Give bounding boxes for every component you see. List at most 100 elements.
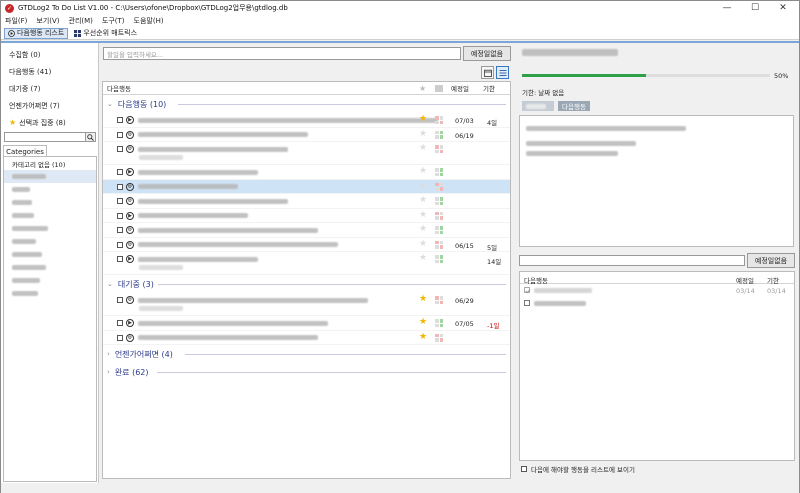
priority-grid-icon[interactable] [435,197,443,205]
task-checkbox[interactable] [117,241,123,248]
menu-view[interactable]: 보기(V) [36,16,59,26]
subtask-column-due[interactable]: 기한 [767,275,779,285]
gear-icon[interactable]: ⚙ [126,240,134,249]
table-row[interactable]: ⚙ ★ 06/15 5일 [103,238,510,252]
group-waiting[interactable]: ⌄ 대기중 (3) [103,275,510,293]
table-row[interactable]: ▶ ★ [103,165,510,180]
gear-icon[interactable]: ⚙ [126,197,134,205]
star-icon[interactable]: ★ [419,318,427,327]
star-icon[interactable]: ★ [419,115,427,124]
menu-tools[interactable]: 도구(T) [102,16,125,26]
sidebar-item-waiting[interactable]: 대기중 (7) [1,80,98,97]
star-icon[interactable]: ★ [419,167,427,176]
list-view-button[interactable] [496,66,509,79]
task-checkbox[interactable] [117,146,123,152]
calendar-view-button[interactable] [481,66,494,79]
menu-help[interactable]: 도움말(H) [134,16,164,26]
table-row[interactable]: ⚙ ★ [103,331,510,345]
gear-icon[interactable]: ⚙ [126,145,134,153]
add-subtask-date-button[interactable]: 예정일없음 [747,253,795,268]
table-row[interactable]: ▶ ★ [103,209,510,223]
subtask-row[interactable] [520,297,794,310]
category-item[interactable]: 카테고리 없음 (10) [4,157,96,170]
add-task-date-button[interactable]: 예정일없음 [463,46,511,61]
status-tag[interactable]: 다음행동 [558,101,590,111]
task-checkbox[interactable] [117,256,123,262]
task-checkbox[interactable] [117,117,123,123]
category-item[interactable] [4,248,96,261]
task-checkbox[interactable] [117,212,123,219]
priority-grid-icon[interactable] [435,130,443,139]
table-row[interactable]: ⚙ ★ 06/29 [103,293,510,316]
category-item[interactable] [4,287,96,300]
next-actions-list-button[interactable]: 다음행동 리스트 [4,27,69,39]
maximize-button[interactable]: ☐ [741,1,769,15]
gear-icon[interactable]: ⚙ [126,130,134,139]
task-checkbox[interactable] [117,334,123,341]
star-icon[interactable]: ★ [419,332,427,342]
close-button[interactable]: ✕ [769,1,797,15]
star-icon[interactable]: ★ [419,254,427,263]
task-checkbox[interactable] [117,183,123,190]
play-icon[interactable]: ▶ [126,116,134,124]
table-row[interactable]: ▶ ★ 14일 [103,252,510,275]
table-row[interactable]: ▶ ★ 07/05 -1일 [103,316,510,331]
star-icon[interactable]: ★ [419,144,427,153]
sidebar-item-focus[interactable]: ★ 선택과 집중 (8) [1,114,98,131]
table-row[interactable]: ⚙ ★ [103,194,510,209]
subtask-input[interactable] [519,255,745,266]
priority-grid-icon[interactable] [435,116,443,124]
task-checkbox[interactable] [117,320,123,326]
subtask-column-date[interactable]: 예정일 [736,275,754,285]
subtask-column-name[interactable]: 다음행동 [524,275,548,285]
category-item[interactable] [4,183,96,196]
column-header-name[interactable]: 다음행동 [107,83,131,93]
category-search-button[interactable] [85,132,96,142]
table-row[interactable]: ⚙ ★ [103,179,510,194]
category-item[interactable] [4,196,96,209]
category-search-input[interactable] [4,132,86,142]
star-icon[interactable]: ★ [419,196,427,205]
group-someday[interactable]: › 언젠가어쩌면 (4) [103,345,510,363]
star-icon[interactable]: ★ [419,129,427,139]
priority-matrix-button[interactable]: 우선순위 매트릭스 [71,28,140,39]
sidebar-item-someday[interactable]: 언젠가어쩌면 (7) [1,97,98,114]
column-header-due[interactable]: 기한 [483,83,495,93]
sidebar-item-next-actions[interactable]: 다음행동 (41) [1,63,98,80]
task-checkbox[interactable] [117,227,123,233]
priority-grid-icon[interactable] [435,255,443,263]
star-icon[interactable]: ★ [419,181,427,191]
sidebar-item-inbox[interactable]: 수집함 (0) [1,46,98,63]
gear-icon[interactable]: ⚙ [126,182,134,191]
priority-grid-icon[interactable] [435,226,443,234]
play-icon[interactable]: ▶ [126,255,134,263]
gear-icon[interactable]: ⚙ [126,226,134,234]
category-item[interactable] [4,209,96,222]
category-item[interactable] [4,261,96,274]
category-item[interactable] [4,222,96,235]
priority-grid-icon[interactable] [435,145,443,153]
group-done[interactable]: › 완료 (62) [103,363,510,381]
subtask-checkbox-checked[interactable] [524,287,531,294]
task-checkbox[interactable] [117,198,123,204]
play-icon[interactable]: ▶ [126,319,134,327]
table-row[interactable]: ▶ ★ 07/03 4일 [103,113,510,128]
priority-grid-icon[interactable] [435,333,443,342]
gear-icon[interactable]: ⚙ [126,333,134,342]
column-header-date[interactable]: 예정일 [451,83,469,93]
play-icon[interactable]: ▶ [126,211,134,220]
minimize-button[interactable]: — [713,1,741,15]
task-checkbox[interactable] [117,169,123,175]
priority-grid-icon[interactable] [435,182,443,191]
star-icon[interactable]: ★ [419,225,427,234]
star-icon[interactable]: ★ [419,239,427,249]
table-row[interactable]: ⚙ ★ [103,223,510,238]
category-item[interactable] [4,274,96,287]
category-tag[interactable] [522,101,554,111]
priority-grid-icon[interactable] [435,319,443,327]
task-checkbox[interactable] [117,131,123,138]
group-next-actions[interactable]: ⌄ 다음행동 (10) [103,95,510,113]
task-note[interactable] [519,115,794,247]
menu-manage[interactable]: 관리(M) [69,16,93,26]
star-icon[interactable]: ★ [419,295,427,304]
